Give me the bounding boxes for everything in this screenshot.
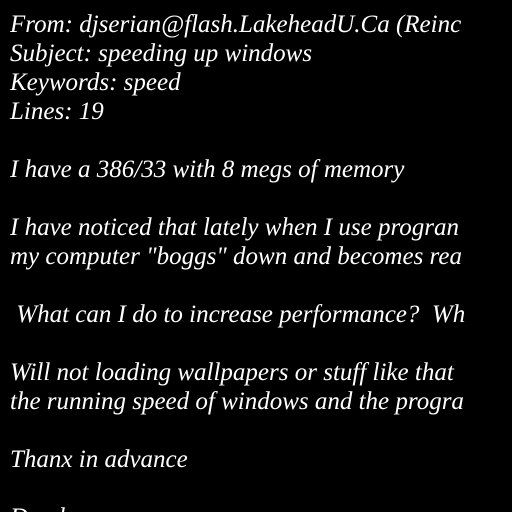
body-line: What can I do to increase performance? W… [10, 301, 466, 328]
closing-line: Thanx in advance [10, 446, 188, 473]
message-text-view: From: djserian@flash.LakeheadU.Ca (Reinc… [0, 0, 512, 512]
body-line: I have a 386/33 with 8 megs of memory [10, 156, 405, 183]
header-from: From: djserian@flash.LakeheadU.Ca (Reinc [10, 11, 462, 38]
body-line: Will not loading wallpapers or stuff lik… [10, 359, 454, 386]
header-lines: Lines: 19 [10, 98, 104, 125]
body-line: the running speed of windows and the pro… [10, 388, 464, 415]
body-line: I have noticed that lately when I use pr… [10, 214, 459, 241]
body-line: my computer "boggs" down and becomes rea [10, 243, 462, 270]
signature-line: Derek [10, 503, 70, 512]
header-subject: Subject: speeding up windows [10, 40, 313, 67]
header-keywords: Keywords: speed [10, 69, 181, 96]
